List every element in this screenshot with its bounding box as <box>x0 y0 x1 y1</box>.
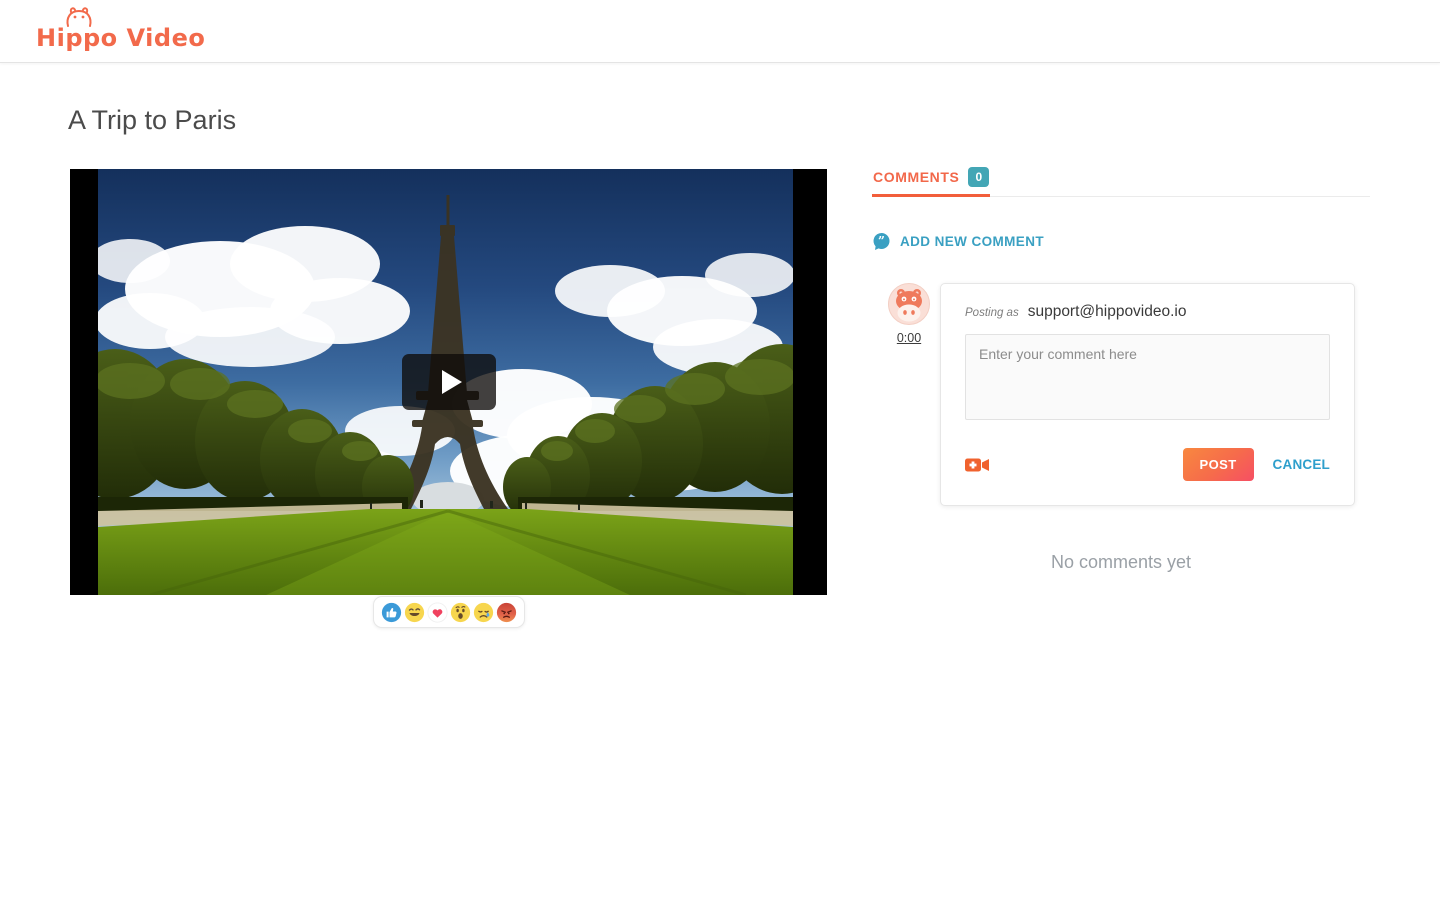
comment-card-actions: POST CANCEL <box>965 448 1330 481</box>
page-title: A Trip to Paris <box>68 105 236 136</box>
reaction-wow-icon[interactable] <box>450 602 471 623</box>
post-button[interactable]: POST <box>1183 448 1254 481</box>
posting-line: Posting as support@hippovideo.io <box>965 303 1330 321</box>
cancel-button[interactable]: CANCEL <box>1273 457 1330 472</box>
play-button[interactable] <box>402 354 496 410</box>
avatar <box>888 283 930 325</box>
compose-avatar-column: 0:00 <box>872 283 940 506</box>
add-new-comment-button[interactable]: ” ADD NEW COMMENT <box>872 232 1044 251</box>
comments-tab-label: COMMENTS <box>873 169 959 185</box>
comment-input[interactable] <box>965 334 1330 420</box>
svg-text:”: ” <box>878 234 885 248</box>
reaction-angry-icon[interactable] <box>496 602 517 623</box>
add-video-comment-button[interactable] <box>965 456 991 474</box>
play-icon <box>442 370 462 394</box>
comment-timestamp-link[interactable]: 0:00 <box>888 331 930 345</box>
hippo-avatar-icon <box>891 286 927 322</box>
comments-count-badge: 0 <box>968 167 989 187</box>
posting-as-label: Posting as <box>965 307 1019 319</box>
comments-panel: COMMENTS 0 ” ADD NEW COMMENT <box>872 160 1370 506</box>
hippo-video-logo[interactable]: Hippo Video <box>36 6 205 58</box>
hippo-doodle-icon <box>62 6 96 28</box>
tab-comments[interactable]: COMMENTS 0 <box>872 160 990 197</box>
comment-card: Posting as support@hippovideo.io POST CA… <box>940 283 1355 506</box>
speech-bubble-icon: ” <box>872 232 891 251</box>
logo-text: Hippo Video <box>36 24 205 52</box>
posting-as-email: support@hippovideo.io <box>1028 303 1187 321</box>
reaction-haha-icon[interactable] <box>404 602 425 623</box>
app-header: Hippo Video <box>0 0 1440 63</box>
reaction-like-icon[interactable] <box>381 602 402 623</box>
no-comments-message: No comments yet <box>872 552 1370 573</box>
reaction-love-icon[interactable] <box>427 602 448 623</box>
comments-tabs: COMMENTS 0 <box>872 160 1370 197</box>
reactions-bar <box>373 596 525 628</box>
add-new-comment-label: ADD NEW COMMENT <box>900 234 1044 249</box>
video-player[interactable] <box>70 169 827 595</box>
comment-compose: 0:00 Posting as support@hippovideo.io <box>872 283 1370 506</box>
reaction-sad-icon[interactable] <box>473 602 494 623</box>
video-camera-plus-icon <box>965 456 991 474</box>
